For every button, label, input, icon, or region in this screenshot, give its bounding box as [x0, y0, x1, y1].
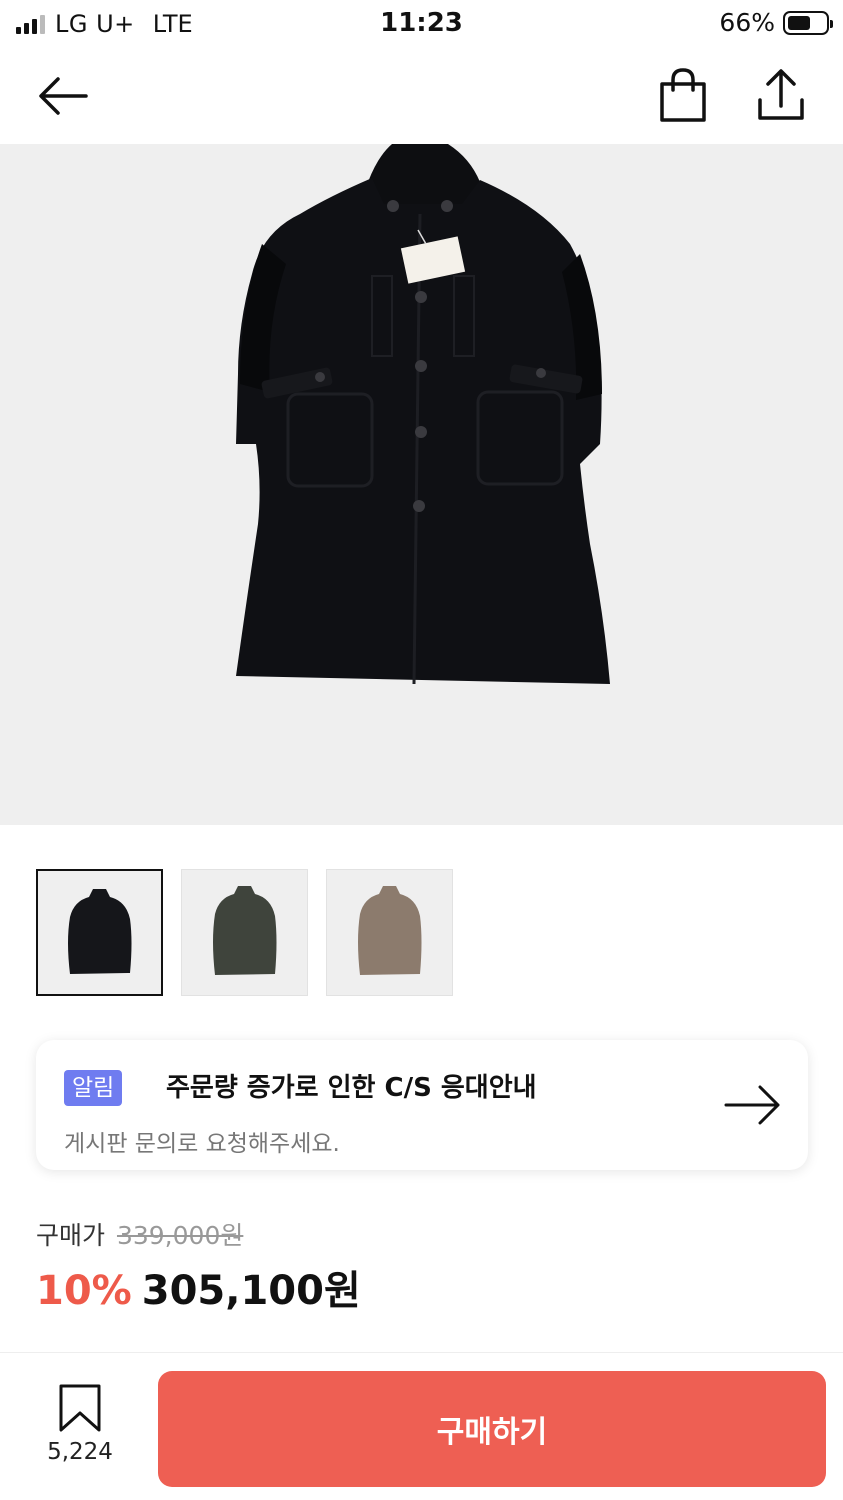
- cart-button[interactable]: [656, 66, 710, 124]
- back-button[interactable]: [34, 68, 94, 124]
- status-bar: LG U+ LTE 11:23 66%: [0, 0, 843, 48]
- bookmark-button[interactable]: 5,224: [30, 1383, 130, 1473]
- thumbnail-khaki[interactable]: [181, 869, 308, 996]
- share-icon: [758, 69, 804, 120]
- thumbnail-strip: [36, 869, 453, 996]
- status-right: 66%: [719, 8, 833, 37]
- discount-rate: 10%: [36, 1268, 132, 1314]
- bottom-action-bar: 5,224 구매하기: [0, 1352, 843, 1500]
- clock: 11:23: [380, 8, 463, 38]
- arrow-left-icon: [39, 77, 88, 115]
- cs-notice-card[interactable]: 알림 주문량 증가로 인한 C/S 응대안내 게시판 문의로 요청해주세요.: [36, 1040, 808, 1170]
- thumbnail-black[interactable]: [36, 869, 163, 996]
- coat-thumbnail: [358, 886, 422, 975]
- coat-thumbnail: [68, 889, 132, 974]
- shopping-bag-icon: [660, 68, 706, 122]
- coat-illustration: [236, 144, 610, 685]
- final-price: 305,100원: [141, 1268, 361, 1314]
- price-row: 10% 305,100원: [36, 1258, 361, 1316]
- battery-icon: [783, 10, 833, 35]
- coat-thumbnail: [213, 886, 277, 975]
- notice-subtitle: 게시판 문의로 요청해주세요.: [64, 1131, 340, 1157]
- bookmark-count: 5,224: [47, 1439, 113, 1465]
- top-nav: [0, 48, 843, 144]
- bookmark-icon: [59, 1384, 101, 1432]
- original-price: 339,000원: [116, 1221, 244, 1250]
- share-button[interactable]: [752, 66, 810, 124]
- battery-percent: 66%: [719, 8, 775, 37]
- notice-title: 주문량 증가로 인한 C/S 응대안내: [166, 1073, 537, 1103]
- price-label-row: 구매가 339,000원: [36, 1216, 243, 1252]
- product-image[interactable]: [0, 144, 843, 825]
- buy-button[interactable]: 구매하기: [158, 1371, 826, 1487]
- arrow-right-icon: [724, 1085, 780, 1125]
- notice-badge: 알림: [64, 1070, 123, 1106]
- price-label: 구매가: [36, 1221, 106, 1250]
- thumbnail-beige[interactable]: [326, 869, 453, 996]
